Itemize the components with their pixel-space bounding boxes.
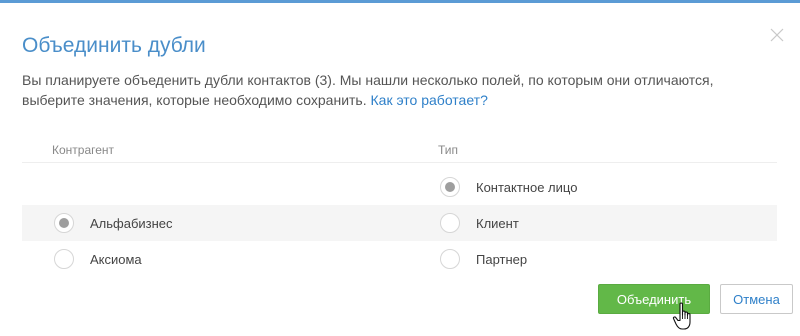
- merge-button[interactable]: Объединить: [598, 284, 710, 314]
- option-label: Контактное лицо: [476, 179, 578, 195]
- radio-button[interactable]: [440, 177, 460, 197]
- option-label: Аксиома: [90, 251, 142, 267]
- radio-option-account-alfabiznes[interactable]: Альфабизнес: [54, 205, 173, 241]
- option-label: Партнер: [476, 251, 528, 267]
- radio-button[interactable]: [54, 213, 74, 233]
- radio-option-type-partner[interactable]: Партнер: [440, 241, 527, 277]
- help-link[interactable]: Как это работает?: [371, 92, 488, 108]
- cancel-button[interactable]: Отмена: [720, 284, 793, 314]
- close-icon[interactable]: [770, 28, 784, 42]
- radio-option-type-contact[interactable]: Контактное лицо: [440, 169, 577, 205]
- dialog-top-accent: [0, 0, 800, 3]
- description-text: Вы планируете объеденить дубли контактов…: [22, 72, 714, 108]
- option-label: Клиент: [476, 215, 519, 231]
- dialog-title: Объединить дубли: [22, 34, 206, 57]
- table-row: Контактное лицо: [22, 169, 777, 205]
- radio-selected-dot: [445, 182, 455, 192]
- header-divider: [22, 162, 777, 163]
- radio-button[interactable]: [54, 249, 74, 269]
- merge-duplicates-dialog: Объединить дубли Вы планируете объеденит…: [0, 0, 800, 336]
- table-row: Альфабизнес Клиент: [22, 205, 777, 241]
- table-row: Аксиома Партнер: [22, 241, 777, 277]
- radio-option-type-client[interactable]: Клиент: [440, 205, 519, 241]
- radio-button[interactable]: [440, 249, 460, 269]
- column-header-type: Тип: [438, 143, 459, 157]
- radio-option-account-aksioma[interactable]: Аксиома: [54, 241, 142, 277]
- column-header-account: Контрагент: [52, 143, 115, 157]
- dialog-description: Вы планируете объеденить дубли контактов…: [22, 70, 762, 110]
- option-label: Альфабизнес: [90, 215, 173, 231]
- radio-button[interactable]: [440, 213, 460, 233]
- radio-selected-dot: [59, 218, 69, 228]
